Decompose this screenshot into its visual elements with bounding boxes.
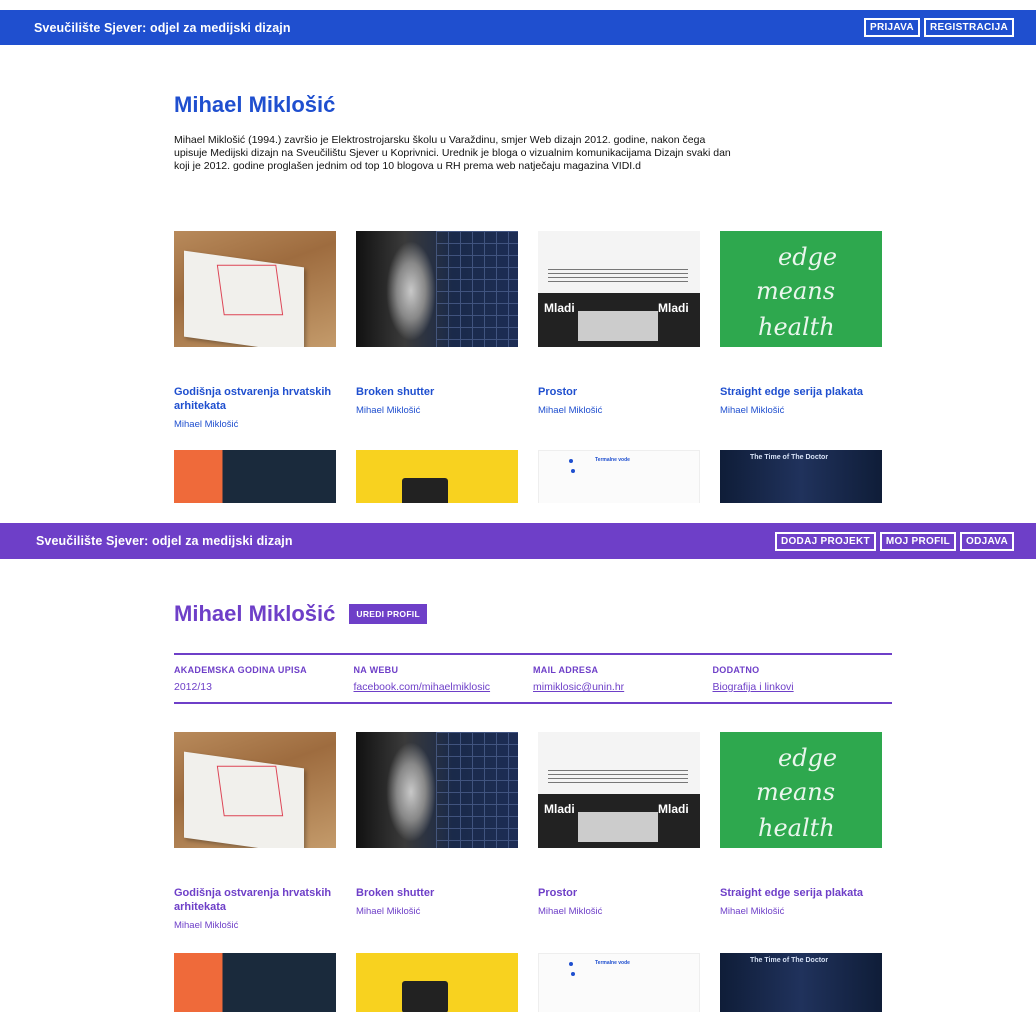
project-author[interactable]: Mihael Miklošić (174, 419, 336, 430)
project-title[interactable]: Godišnja ostvarenja hrvatskih arhitekata (174, 886, 336, 914)
project-author[interactable]: Mihael Miklošić (538, 405, 700, 416)
project-thumbnail[interactable] (174, 450, 336, 503)
thumb-text: health (758, 814, 835, 842)
project-thumbnail[interactable] (174, 732, 336, 848)
project-thumbnail[interactable]: edge means health (720, 732, 882, 848)
project-card[interactable]: Broken shutter Mihael Miklošić (356, 732, 518, 931)
project-title[interactable]: Straight edge serija plakata (720, 385, 882, 399)
project-title[interactable]: Broken shutter (356, 886, 518, 900)
thumb-text: Mladi (544, 301, 575, 315)
project-thumbnail[interactable]: The Time of The Doctor (720, 450, 882, 503)
profile-header: Mihael Miklošić UREDI PROFIL (174, 601, 892, 627)
info-year: AKADEMSKA GODINA UPISA 2012/13 (174, 665, 354, 693)
project-thumbnail[interactable]: Termalne vode (538, 450, 700, 503)
info-value: 2012/13 (174, 681, 212, 693)
project-thumbnail[interactable] (174, 231, 336, 347)
project-thumbnail[interactable]: Mladi Mladi (538, 732, 700, 848)
bio-link[interactable]: Biografija i linkovi (713, 681, 893, 693)
info-label: DODATNO (712, 665, 760, 675)
project-card[interactable]: Mladi Mladi Prostor Mihael Miklošić (538, 732, 700, 931)
login-button[interactable]: PRIJAVA (863, 18, 920, 37)
project-title[interactable]: Godišnja ostvarenja hrvatskih arhitekata (174, 385, 336, 413)
profile-section-public: Mihael Miklošić Mihael Miklošić (1994.) … (174, 45, 892, 503)
project-thumbnail[interactable] (356, 231, 518, 347)
brand-link[interactable]: Sveučilište Sjever: odjel za medijski di… (36, 534, 293, 548)
project-author[interactable]: Mihael Miklošić (356, 906, 518, 917)
thumb-text: means (756, 778, 836, 806)
thumb-text: Mladi (658, 301, 689, 315)
thumb-text: health (758, 313, 835, 341)
mail-link[interactable]: mimiklosic@unin.hr (533, 681, 713, 693)
nav-actions: PRIJAVA REGISTRACIJA (863, 18, 1014, 37)
project-thumbnail[interactable] (356, 732, 518, 848)
info-label: MAIL ADRESA (533, 665, 599, 675)
register-button[interactable]: REGISTRACIJA (923, 18, 1014, 37)
info-mail: MAIL ADRESA mimiklosic@unin.hr (533, 665, 713, 693)
profile-name: Mihael Miklošić (174, 92, 336, 117)
project-author[interactable]: Mihael Miklošić (174, 920, 336, 931)
project-thumbnail[interactable]: The Time of The Doctor (720, 953, 882, 1012)
thumb-text: The Time of The Doctor (750, 957, 829, 964)
project-author[interactable]: Mihael Miklošić (538, 906, 700, 917)
web-link[interactable]: facebook.com/mihaelmiklosic (354, 681, 534, 693)
project-title[interactable]: Straight edge serija plakata (720, 886, 882, 900)
thumb-text: Termalne vode (595, 960, 630, 966)
project-title[interactable]: Broken shutter (356, 385, 518, 399)
project-thumbnail[interactable]: Termalne vode (538, 953, 700, 1012)
logout-button[interactable]: ODJAVA (960, 531, 1014, 551)
project-card[interactable]: Godišnja ostvarenja hrvatskih arhitekata… (174, 732, 336, 931)
project-grid: Godišnja ostvarenja hrvatskih arhitekata… (174, 732, 892, 931)
profile-section-owner: Mihael Miklošić UREDI PROFIL AKADEMSKA G… (174, 559, 892, 1012)
project-author[interactable]: Mihael Miklošić (356, 405, 518, 416)
project-thumbnail[interactable] (174, 953, 336, 1012)
nav-actions: DODAJ PROJEKT MOJ PROFIL ODJAVA (774, 531, 1014, 551)
project-title[interactable]: Prostor (538, 385, 700, 399)
thumb-text: edge (778, 243, 838, 271)
edit-profile-button[interactable]: UREDI PROFIL (349, 604, 427, 624)
project-card[interactable]: Mladi Mladi Prostor Mihael Miklošić (538, 231, 700, 430)
info-label: NA WEBU (353, 665, 399, 675)
project-card[interactable]: Broken shutter Mihael Miklošić (356, 231, 518, 430)
project-author[interactable]: Mihael Miklošić (720, 405, 882, 416)
project-thumbnail[interactable] (356, 450, 518, 503)
profile-name: Mihael Miklošić (174, 601, 336, 626)
profile-info-bar: AKADEMSKA GODINA UPISA 2012/13 NA WEBU f… (174, 653, 892, 704)
add-project-button[interactable]: DODAJ PROJEKT (774, 531, 876, 551)
project-grid-row2: Termalne vode The Time of The Doctor (174, 953, 892, 1012)
thumb-text: The Time of The Doctor (750, 454, 829, 461)
info-web: NA WEBU facebook.com/mihaelmiklosic (354, 665, 534, 693)
project-grid-row2: Termalne vode The Time of The Doctor (174, 450, 892, 503)
project-grid: Godišnja ostvarenja hrvatskih arhitekata… (174, 231, 892, 430)
project-card[interactable]: edge means health Straight edge serija p… (720, 732, 882, 931)
bottom-navbar: Sveučilište Sjever: odjel za medijski di… (0, 523, 1036, 559)
project-author[interactable]: Mihael Miklošić (720, 906, 882, 917)
project-thumbnail[interactable] (356, 953, 518, 1012)
thumb-text: means (756, 277, 836, 305)
brand-link[interactable]: Sveučilište Sjever: odjel za medijski di… (34, 21, 291, 35)
project-thumbnail[interactable]: edge means health (720, 231, 882, 347)
my-profile-button[interactable]: MOJ PROFIL (879, 531, 956, 551)
thumb-text: Mladi (544, 802, 575, 816)
info-extra: DODATNO Biografija i linkovi (713, 665, 893, 693)
profile-bio: Mihael Miklošić (1994.) završio je Elekt… (174, 134, 731, 172)
info-label: AKADEMSKA GODINA UPISA (174, 665, 307, 675)
top-navbar: Sveučilište Sjever: odjel za medijski di… (0, 10, 1036, 45)
thumb-text: Mladi (658, 802, 689, 816)
thumb-text: edge (778, 744, 838, 772)
thumb-text: Termalne vode (595, 457, 630, 463)
project-card[interactable]: Godišnja ostvarenja hrvatskih arhitekata… (174, 231, 336, 430)
project-title[interactable]: Prostor (538, 886, 700, 900)
project-thumbnail[interactable]: Mladi Mladi (538, 231, 700, 347)
project-card[interactable]: edge means health Straight edge serija p… (720, 231, 882, 430)
